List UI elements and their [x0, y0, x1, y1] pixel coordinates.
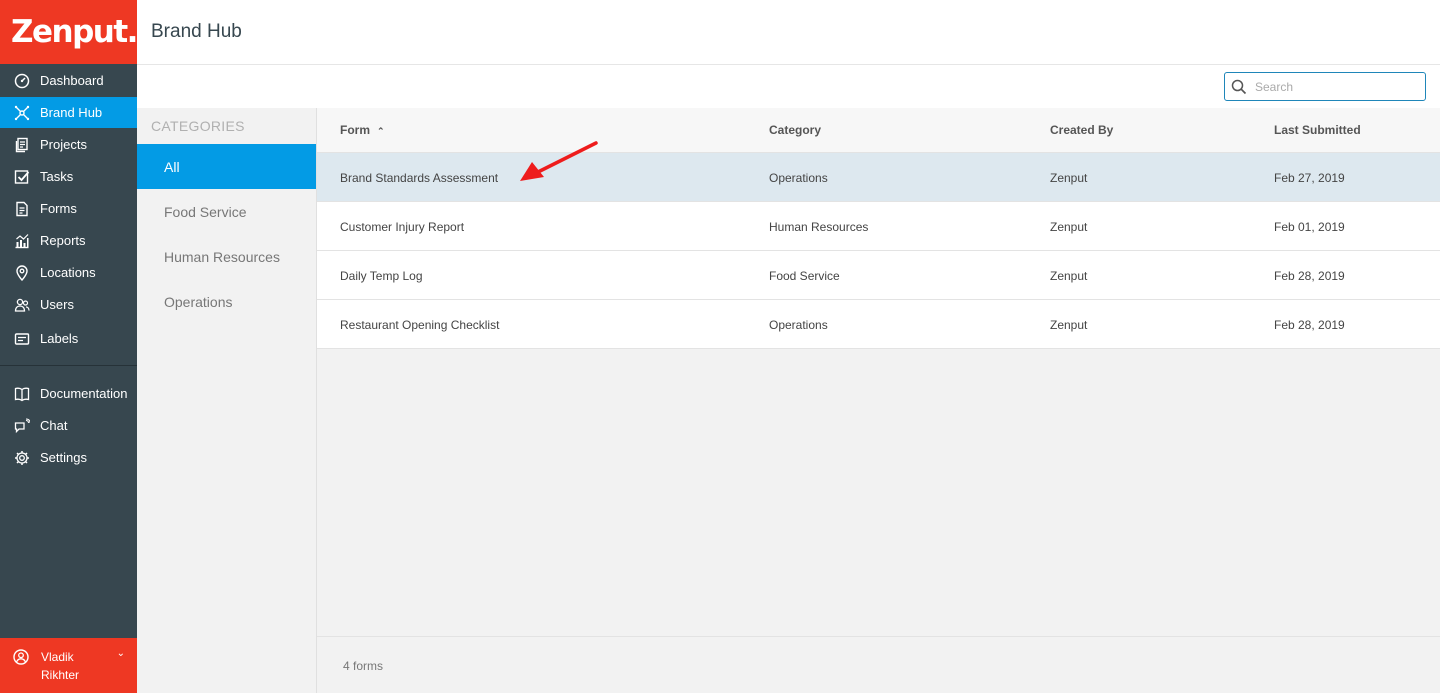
search-icon — [1231, 79, 1247, 95]
sidebar-item-label: Dashboard — [40, 73, 104, 88]
search-box[interactable] — [1224, 72, 1426, 101]
category-item-operations[interactable]: Operations — [137, 279, 316, 324]
column-header-form[interactable]: Form ⌃ — [340, 123, 385, 137]
forms-count: 4 forms — [343, 659, 384, 673]
cell-created-by: Zenput — [1050, 269, 1088, 283]
chevron-down-icon[interactable]: ⌄ — [117, 648, 125, 659]
category-item-human-resources[interactable]: Human Resources — [137, 234, 316, 279]
cell-category: Operations — [769, 171, 828, 185]
page-header: Brand Hub — [137, 0, 1440, 65]
logo-text: Zenput. — [11, 14, 138, 50]
column-header-category[interactable]: Category — [769, 123, 821, 137]
sidebar-item-chat[interactable]: Chat — [0, 410, 137, 441]
users-icon — [13, 296, 30, 313]
table-header: Form ⌃ Category Created By Last Submitted — [317, 108, 1440, 153]
cell-form[interactable]: Customer Injury Report — [340, 220, 464, 234]
cell-category: Food Service — [769, 269, 840, 283]
sidebar-item-label: Settings — [40, 450, 87, 465]
sidebar-item-forms[interactable]: Forms — [0, 193, 137, 224]
dashboard-icon — [13, 72, 30, 89]
sidebar-item-settings[interactable]: Settings — [0, 442, 137, 473]
cell-form[interactable]: Brand Standards Assessment — [340, 171, 498, 185]
column-header-last-submitted[interactable]: Last Submitted — [1274, 123, 1361, 137]
sidebar-item-locations[interactable]: Locations — [0, 257, 137, 288]
sidebar-item-documentation[interactable]: Documentation — [0, 378, 137, 409]
chat-icon — [13, 417, 30, 434]
forms-icon — [13, 200, 30, 217]
user-circle-icon — [13, 649, 29, 665]
location-pin-icon — [13, 264, 30, 281]
sidebar-item-label: Brand Hub — [40, 105, 103, 120]
user-name: Vladik Rikhter — [41, 650, 80, 682]
cell-last-submitted: Feb 01, 2019 — [1274, 220, 1345, 234]
cell-category: Operations — [769, 318, 828, 332]
forms-table-area: Form ⌃ Category Created By Last Submitted… — [316, 108, 1440, 693]
sidebar-item-label: Tasks — [40, 169, 74, 184]
column-header-label: Form — [340, 123, 370, 137]
sidebar: Zenput. Dashboard Brand Hub Projects Tas… — [0, 0, 138, 693]
cell-created-by: Zenput — [1050, 220, 1088, 234]
labels-icon — [13, 330, 30, 347]
cell-created-by: Zenput — [1050, 171, 1088, 185]
categories-panel: CATEGORIES All Food Service Human Resour… — [137, 108, 316, 693]
brand-hub-icon — [13, 104, 30, 121]
table-row[interactable]: Brand Standards Assessment Operations Ze… — [317, 153, 1440, 202]
sidebar-item-label: Documentation — [40, 386, 128, 401]
tasks-icon — [13, 168, 30, 185]
zenput-logo[interactable]: Zenput. — [0, 0, 138, 64]
sidebar-item-dashboard[interactable]: Dashboard — [0, 65, 137, 96]
sidebar-divider — [0, 365, 137, 366]
category-item-all[interactable]: All — [137, 144, 316, 189]
sidebar-item-reports[interactable]: Reports — [0, 225, 137, 256]
sort-ascending-icon: ⌃ — [377, 126, 385, 136]
table-row[interactable]: Customer Injury Report Human Resources Z… — [317, 202, 1440, 251]
cell-last-submitted: Feb 28, 2019 — [1274, 269, 1345, 283]
sidebar-item-brand-hub[interactable]: Brand Hub — [0, 97, 137, 128]
table-footer: 4 forms — [317, 636, 1440, 693]
sidebar-item-label: Labels — [40, 331, 79, 346]
cell-form[interactable]: Daily Temp Log — [340, 269, 423, 283]
cell-last-submitted: Feb 28, 2019 — [1274, 318, 1345, 332]
categories-heading: CATEGORIES — [151, 118, 245, 134]
sidebar-item-label: Users — [40, 297, 74, 312]
column-header-created-by[interactable]: Created By — [1050, 123, 1113, 137]
sidebar-item-labels[interactable]: Labels — [0, 323, 137, 354]
sidebar-item-label: Chat — [40, 418, 68, 433]
reports-icon — [13, 232, 30, 249]
gear-icon — [13, 449, 30, 466]
projects-icon — [13, 136, 30, 153]
category-item-food-service[interactable]: Food Service — [137, 189, 316, 234]
user-menu[interactable]: Vladik Rikhter ⌄ — [0, 638, 137, 693]
sidebar-item-label: Forms — [40, 201, 77, 216]
sidebar-item-users[interactable]: Users — [0, 289, 137, 320]
cell-category: Human Resources — [769, 220, 869, 234]
sidebar-item-label: Projects — [40, 137, 87, 152]
cell-last-submitted: Feb 27, 2019 — [1274, 171, 1345, 185]
cell-form[interactable]: Restaurant Opening Checklist — [340, 318, 499, 332]
book-icon — [13, 385, 30, 402]
sidebar-item-label: Reports — [40, 233, 86, 248]
sidebar-item-projects[interactable]: Projects — [0, 129, 137, 160]
table-row[interactable]: Daily Temp Log Food Service Zenput Feb 2… — [317, 251, 1440, 300]
sidebar-item-tasks[interactable]: Tasks — [0, 161, 137, 192]
table-row[interactable]: Restaurant Opening Checklist Operations … — [317, 300, 1440, 349]
sidebar-item-label: Locations — [40, 265, 96, 280]
cell-created-by: Zenput — [1050, 318, 1088, 332]
search-input[interactable] — [1255, 79, 1415, 94]
page-title: Brand Hub — [151, 21, 242, 42]
toolbar — [137, 65, 1440, 108]
